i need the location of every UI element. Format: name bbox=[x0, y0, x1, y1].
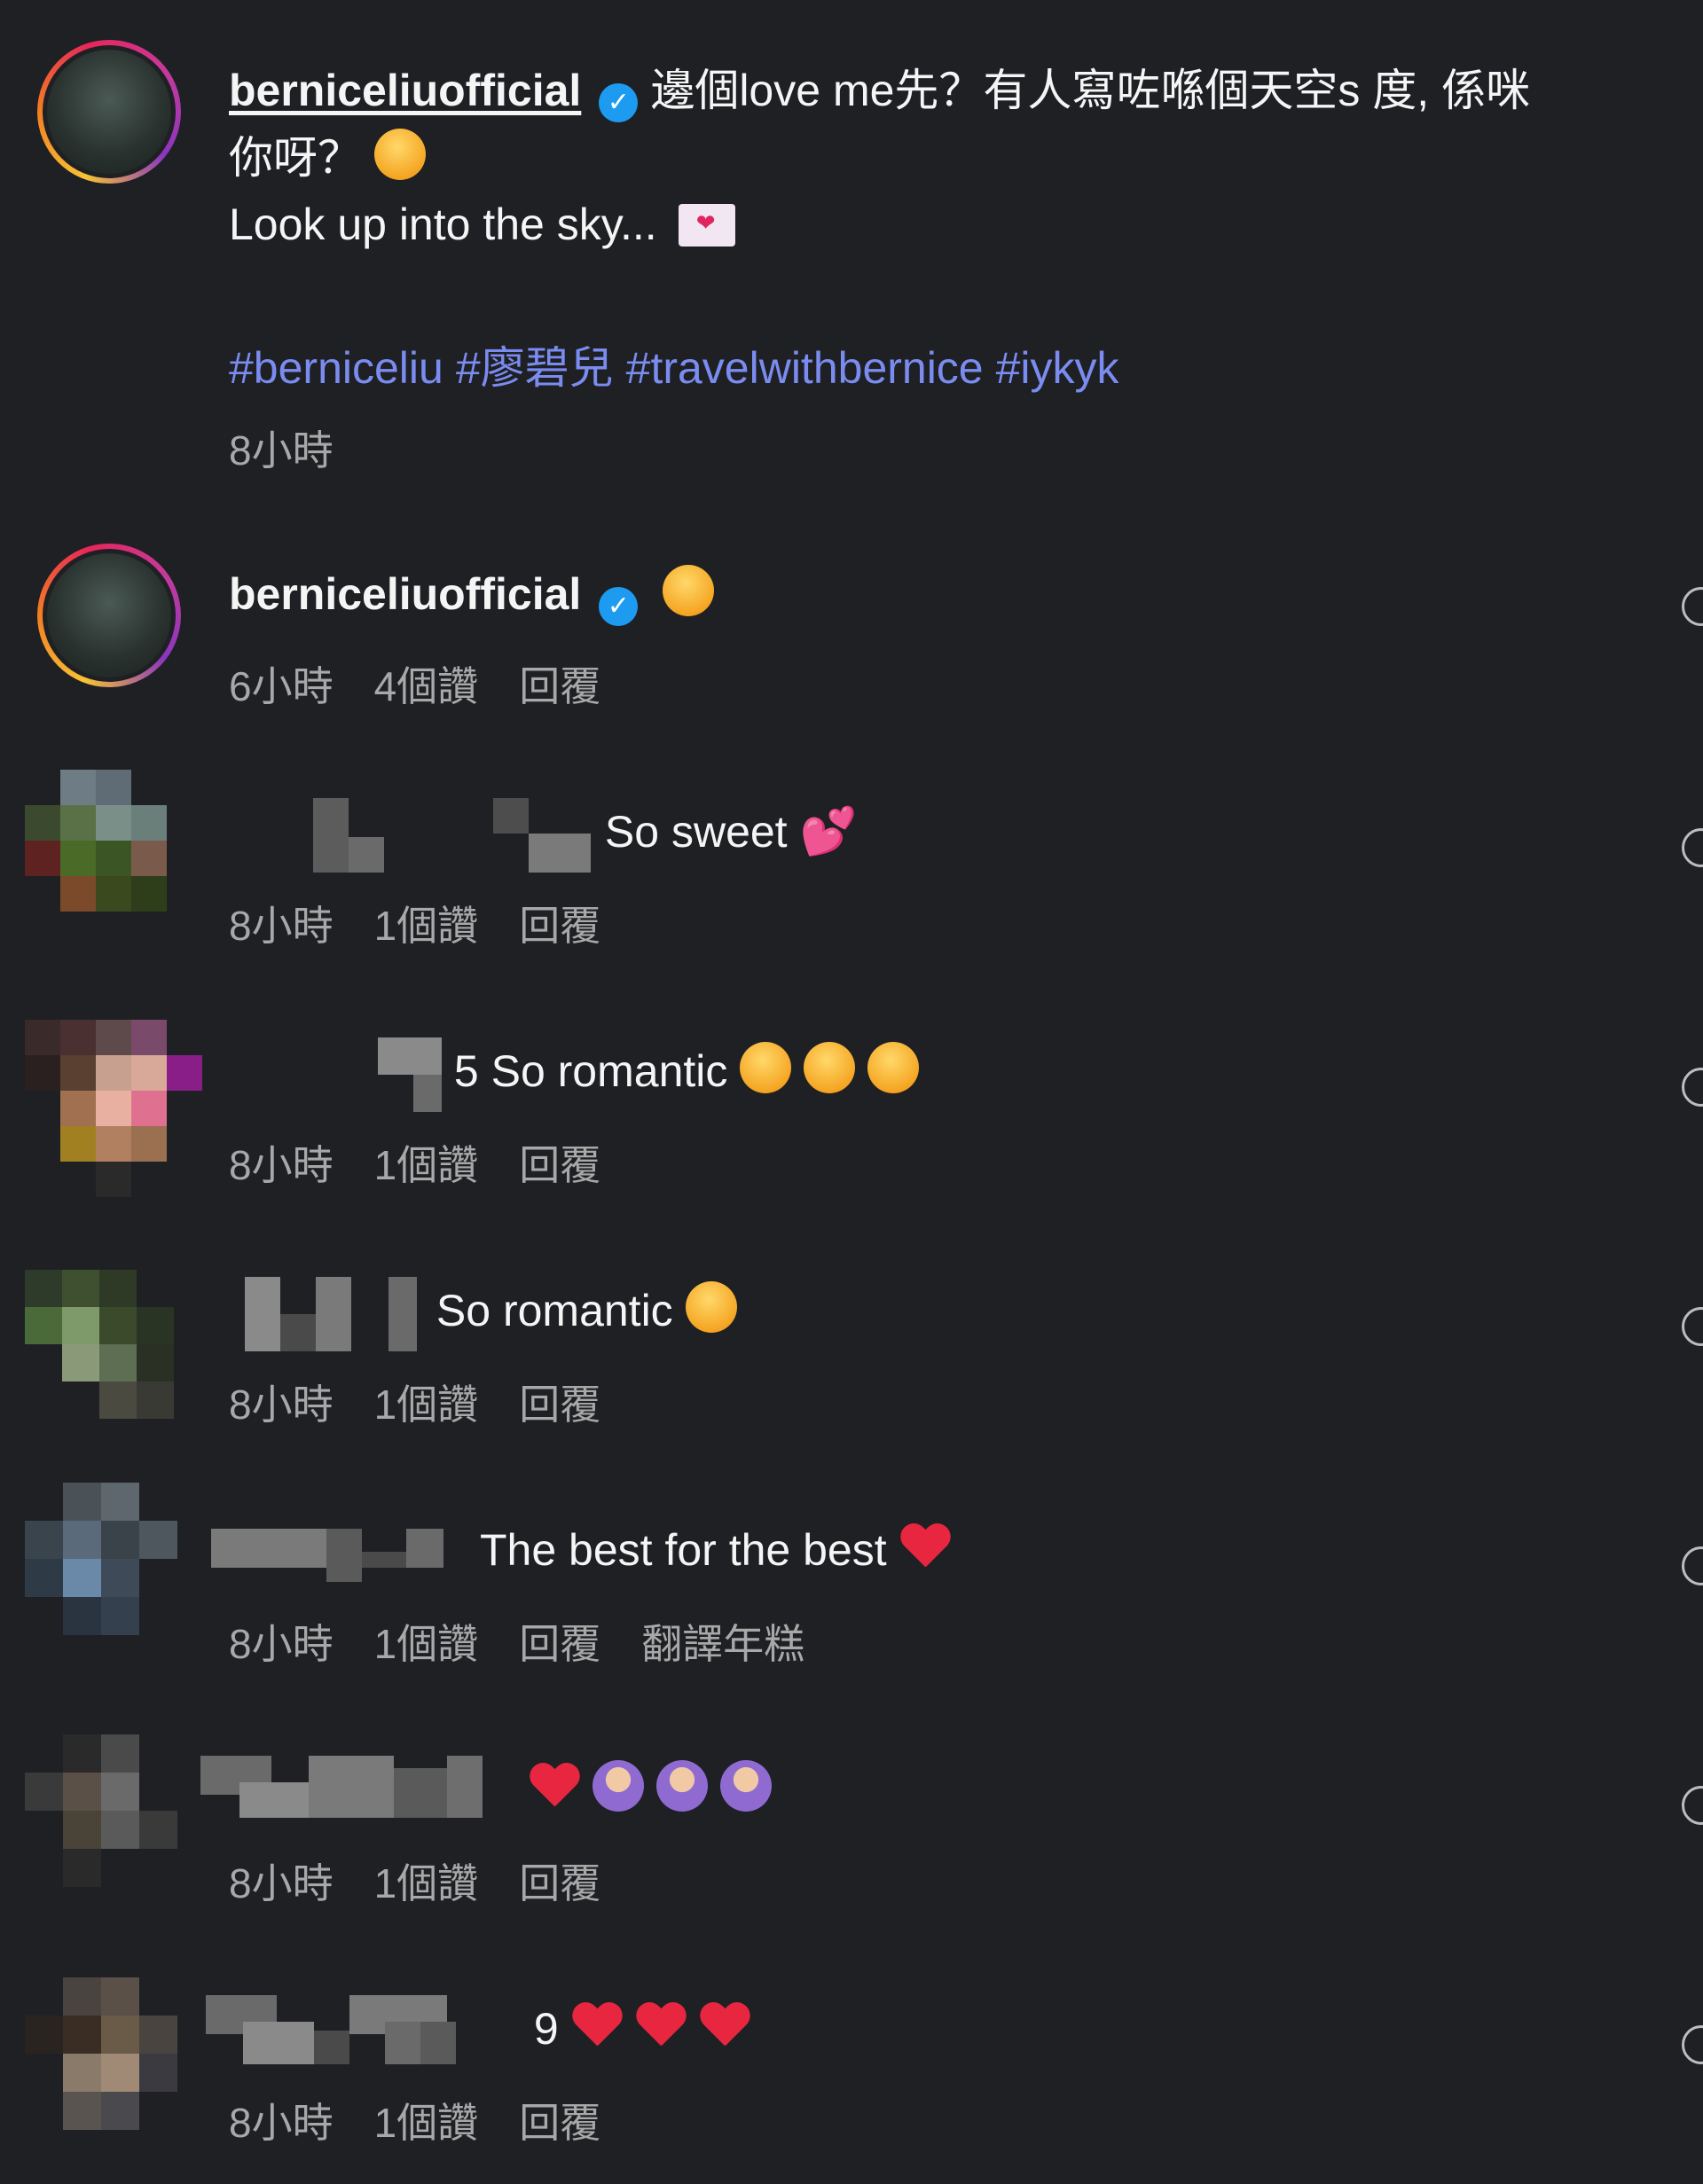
hashtag-link[interactable]: #berniceliu bbox=[229, 343, 443, 393]
post-author-username[interactable]: berniceliuofficial bbox=[229, 66, 581, 115]
caption-third-line: Look up into the sky... bbox=[229, 199, 735, 250]
heart-emoji bbox=[899, 1524, 951, 1572]
comment-avatar[interactable] bbox=[37, 544, 181, 687]
comment-text: 5 So romantic bbox=[453, 1046, 728, 1097]
comment-time: 8小時 bbox=[229, 1860, 334, 1906]
heart-eyes-emoji bbox=[685, 1281, 737, 1334]
comment-meta: 8小時 1個讚 回覆 bbox=[229, 894, 641, 952]
hashtag-link[interactable]: #travelwithbernice bbox=[626, 343, 984, 393]
comment-avatar[interactable] bbox=[25, 1270, 174, 1419]
comment-body: The best for the best bbox=[211, 1516, 951, 1591]
thinking-emoji bbox=[374, 129, 426, 180]
comment-username[interactable]: berniceliuofficial bbox=[229, 569, 581, 619]
caption-first-line: berniceliuofficial ✓ 邊個love me先？有人寫咗喺個天空s … bbox=[229, 57, 1530, 124]
heart-emoji bbox=[571, 2003, 623, 2051]
comment-avatar[interactable] bbox=[25, 1977, 177, 2130]
comment-avatar[interactable] bbox=[25, 1483, 177, 1635]
verified-badge-icon: ✓ bbox=[599, 83, 639, 122]
comment-text: The best for the best bbox=[480, 1525, 887, 1576]
heart-eyes-emoji bbox=[740, 1042, 792, 1094]
comment-body bbox=[200, 1756, 772, 1830]
post-meta: 8小時 bbox=[229, 419, 374, 477]
heart-eyes-emoji bbox=[804, 1042, 856, 1094]
comment-avatar[interactable] bbox=[25, 1734, 177, 1887]
caption-text-2: 你呀？ bbox=[229, 133, 362, 183]
reply-button[interactable]: 回覆 bbox=[519, 1621, 600, 1667]
comment-meta: 6小時 4個讚 回覆 bbox=[229, 654, 641, 713]
comment-likes[interactable]: 1個讚 bbox=[374, 903, 479, 949]
caption-text-3: Look up into the sky... bbox=[229, 200, 657, 249]
laughing-emoji bbox=[663, 565, 715, 616]
heart-emoji bbox=[699, 2003, 750, 2051]
hashtag-link[interactable]: #iykyk bbox=[996, 343, 1119, 393]
reply-button[interactable]: 回覆 bbox=[519, 1382, 600, 1428]
comment-time: 8小時 bbox=[229, 1621, 334, 1667]
comment-time: 6小時 bbox=[229, 663, 334, 709]
caption-hashtags: #berniceliu #廖碧兒 #travelwithbernice #iykyk bbox=[229, 333, 1132, 396]
blurred-username[interactable] bbox=[229, 798, 601, 873]
person-gesturing-ok-emoji bbox=[719, 1760, 772, 1812]
post-author-avatar[interactable] bbox=[37, 40, 181, 184]
comment-likes[interactable]: 1個讚 bbox=[374, 2100, 479, 2146]
comment-body: berniceliuofficial ✓ bbox=[229, 560, 715, 628]
comment-time: 8小時 bbox=[229, 1382, 334, 1428]
comment-meta: 8小時 1個讚 回覆 bbox=[229, 1851, 641, 1910]
caption-text-1: 邊個love me先？有人寫咗喺個天空s 度, 係咪 bbox=[650, 66, 1531, 115]
heart-emoji bbox=[635, 2003, 687, 2051]
reply-button[interactable]: 回覆 bbox=[519, 903, 600, 949]
comment-body: 9 bbox=[206, 1995, 750, 2070]
comment-text: So romantic bbox=[436, 1286, 673, 1336]
comment-text: So sweet bbox=[604, 807, 788, 857]
blurred-username[interactable] bbox=[206, 1995, 522, 2070]
blurred-username[interactable] bbox=[229, 1037, 442, 1112]
comment-likes[interactable]: 1個讚 bbox=[374, 1621, 479, 1667]
comment-body: So romantic bbox=[229, 1277, 737, 1351]
comment-meta: 8小時 1個讚 回覆 翻譯年糕 bbox=[229, 1612, 845, 1671]
envelope-heart-emoji bbox=[678, 204, 735, 247]
blurred-username[interactable] bbox=[211, 1516, 468, 1591]
comment-meta: 8小時 1個讚 回覆 bbox=[229, 1133, 641, 1192]
post-time: 8小時 bbox=[229, 427, 334, 474]
comment-time: 8小時 bbox=[229, 2100, 334, 2146]
comments-panel: berniceliuofficial ✓ 邊個love me先？有人寫咗喺個天空s … bbox=[0, 0, 1703, 2184]
comment-likes[interactable]: 1個讚 bbox=[374, 1860, 479, 1906]
hashtag-link[interactable]: #廖碧兒 bbox=[456, 343, 614, 393]
reply-button[interactable]: 回覆 bbox=[519, 1142, 600, 1188]
comment-likes[interactable]: 4個讚 bbox=[374, 663, 479, 709]
like-heart-icon[interactable] bbox=[1682, 1068, 1703, 1107]
comment-text: 9 bbox=[533, 2004, 559, 2055]
comment-body: 5 So romantic bbox=[229, 1037, 920, 1112]
heart-emoji bbox=[529, 1764, 580, 1812]
comment-time: 8小時 bbox=[229, 1142, 334, 1188]
comment-likes[interactable]: 1個讚 bbox=[374, 1142, 479, 1188]
translate-button[interactable]: 翻譯年糕 bbox=[641, 1621, 804, 1667]
comment-avatar[interactable] bbox=[25, 770, 167, 912]
person-gesturing-ok-emoji bbox=[655, 1760, 708, 1812]
like-heart-icon[interactable] bbox=[1682, 587, 1703, 626]
like-heart-icon[interactable] bbox=[1682, 1546, 1703, 1585]
reply-button[interactable]: 回覆 bbox=[519, 663, 600, 709]
blurred-username[interactable] bbox=[200, 1756, 504, 1830]
comment-meta: 8小時 1個讚 回覆 bbox=[229, 1373, 641, 1431]
like-heart-icon[interactable] bbox=[1682, 1307, 1703, 1346]
person-gesturing-ok-emoji bbox=[592, 1760, 644, 1812]
comment-body: So sweet 💕 bbox=[229, 798, 857, 873]
comment-time: 8小時 bbox=[229, 903, 334, 949]
comment-avatar[interactable] bbox=[25, 1020, 202, 1197]
reply-button[interactable]: 回覆 bbox=[519, 2100, 600, 2146]
two-hearts-emoji: 💕 bbox=[799, 806, 858, 858]
verified-badge-icon: ✓ bbox=[599, 587, 639, 626]
like-heart-icon[interactable] bbox=[1682, 1786, 1703, 1825]
reply-button[interactable]: 回覆 bbox=[519, 1860, 600, 1906]
blurred-username[interactable] bbox=[229, 1277, 424, 1351]
heart-eyes-emoji bbox=[867, 1042, 920, 1094]
caption-second-line: 你呀？ bbox=[229, 122, 426, 186]
comment-meta: 8小時 1個讚 回覆 bbox=[229, 2091, 641, 2149]
like-heart-icon[interactable] bbox=[1682, 2025, 1703, 2064]
like-heart-icon[interactable] bbox=[1682, 828, 1703, 867]
comment-likes[interactable]: 1個讚 bbox=[374, 1382, 479, 1428]
